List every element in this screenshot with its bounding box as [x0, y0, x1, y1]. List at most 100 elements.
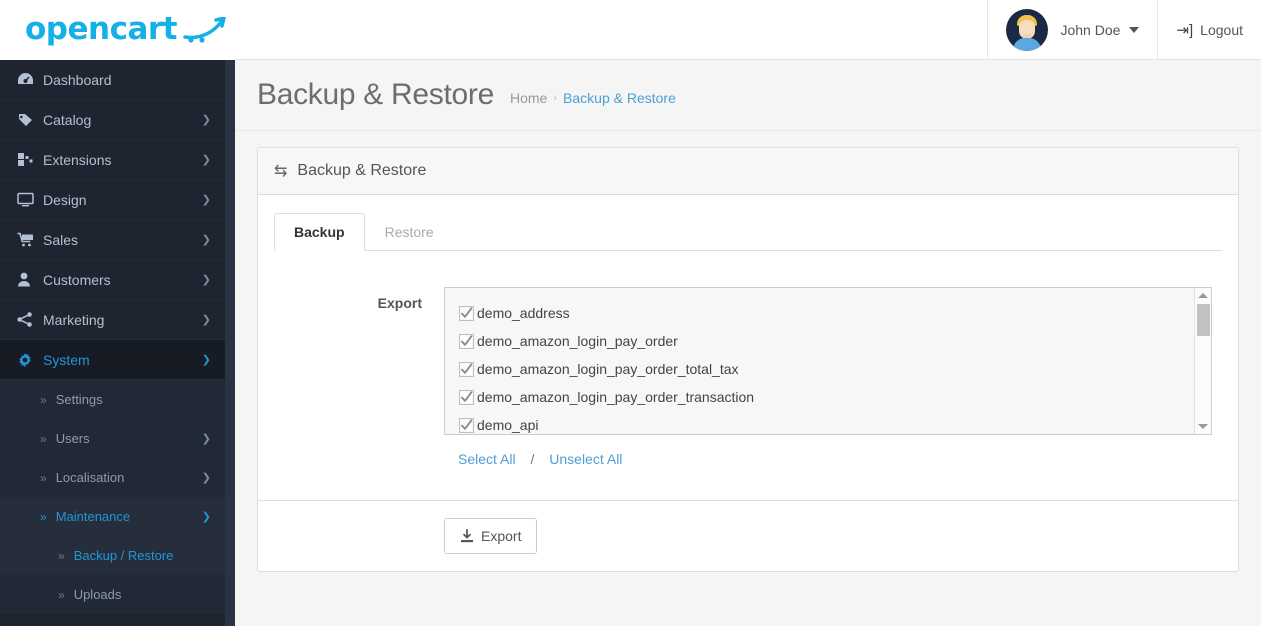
breadcrumb: Home › Backup & Restore: [510, 84, 676, 106]
chevron-right-icon: ❯: [201, 194, 211, 206]
monitor-icon: [17, 192, 43, 207]
export-button[interactable]: Export: [444, 518, 538, 554]
download-icon: [460, 529, 474, 543]
user-icon: [17, 272, 43, 287]
sidebar-item-label: Dashboard: [43, 71, 112, 88]
logout-button[interactable]: ⇥] Logout: [1157, 0, 1261, 60]
links-separator: /: [530, 451, 535, 467]
tab-backup[interactable]: Backup: [274, 213, 365, 251]
sidebar-subitem-label: Backup / Restore: [73, 548, 174, 563]
chevron-right-icon: ❯: [201, 274, 211, 286]
sidebar-item-customers[interactable]: Customers ❯: [0, 260, 225, 300]
avatar: [1006, 8, 1049, 51]
sidebar-item-marketing[interactable]: Marketing ❯: [0, 300, 225, 340]
export-button-label: Export: [481, 528, 522, 544]
list-scrollbar[interactable]: [1194, 288, 1211, 434]
chevron-right-icon: ❯: [201, 114, 211, 126]
double-chevron-icon: »: [40, 431, 47, 446]
sidebar-item-label: Marketing: [43, 311, 105, 328]
sidebar-subitem-label: Users: [55, 431, 90, 446]
card-body: Backup Restore Export demo_address demo_…: [258, 195, 1238, 467]
sidebar-item-catalog[interactable]: Catalog ❯: [0, 100, 225, 140]
list-item-label: demo_amazon_login_pay_order_transaction: [477, 389, 755, 405]
chevron-right-icon: ❯: [201, 354, 211, 366]
sidebar-item-sales[interactable]: Sales ❯: [0, 220, 225, 260]
list-item-label: demo_amazon_login_pay_order_total_tax: [477, 361, 739, 377]
double-chevron-icon: »: [40, 392, 47, 407]
sidebar-subitem-label: Localisation: [55, 470, 125, 485]
chevron-right-icon: ❯: [201, 314, 211, 326]
breadcrumb-separator: ›: [553, 92, 558, 104]
unselect-all-link[interactable]: Unselect All: [549, 451, 622, 467]
scroll-down-arrow-icon[interactable]: [1198, 424, 1208, 429]
sidebar-subitem-maintenance[interactable]: » Maintenance ❯: [0, 497, 225, 536]
breadcrumb-current[interactable]: Backup & Restore: [563, 90, 676, 106]
sidebar-item-label: Sales: [43, 231, 79, 248]
scroll-up-arrow-icon[interactable]: [1198, 293, 1208, 298]
logo-text: opencart: [25, 11, 177, 47]
share-icon: [17, 312, 43, 327]
main-content: Backup & Restore Home › Backup & Restore…: [235, 60, 1261, 626]
page-title: Backup & Restore: [257, 78, 494, 111]
chevron-right-icon: ❯: [201, 234, 211, 246]
list-item[interactable]: demo_address: [459, 299, 1211, 327]
sidebar-item-system[interactable]: System ❯: [0, 340, 225, 380]
double-chevron-icon: »: [58, 548, 65, 563]
list-item[interactable]: demo_amazon_login_pay_order_transaction: [459, 383, 1211, 411]
dashboard-icon: [17, 72, 43, 87]
checkbox-checked-icon[interactable]: [459, 305, 474, 321]
double-chevron-icon: »: [40, 470, 47, 485]
select-all-link[interactable]: Select All: [458, 451, 516, 467]
export-control: demo_address demo_amazon_login_pay_order: [444, 287, 1222, 467]
sidebar-item-label: Customers: [43, 271, 111, 288]
sidebar-subitem-settings[interactable]: » Settings: [0, 380, 225, 419]
user-menu[interactable]: John Doe: [987, 0, 1157, 60]
sidebar-item-design[interactable]: Design ❯: [0, 180, 225, 220]
sidebar-item-extensions[interactable]: Extensions ❯: [0, 140, 225, 180]
sidebar-subitem-backup-restore[interactable]: » Backup / Restore: [0, 536, 225, 575]
top-bar: opencart John Doe ⇥] Logout: [0, 0, 1261, 60]
list-item[interactable]: demo_amazon_login_pay_order_total_tax: [459, 355, 1211, 383]
chevron-down-icon: [1129, 26, 1140, 33]
sidebar-item-label: Extensions: [43, 151, 112, 168]
sidebar-subitem-users[interactable]: » Users ❯: [0, 419, 225, 458]
export-table-list[interactable]: demo_address demo_amazon_login_pay_order: [444, 287, 1212, 435]
export-table-list-inner: demo_address demo_amazon_login_pay_order: [445, 288, 1211, 434]
content-area: ⇆ Backup & Restore Backup Restore Export: [235, 131, 1261, 572]
tab-list: Backup Restore: [274, 213, 1222, 251]
scrollbar-thumb[interactable]: [1197, 304, 1210, 336]
selection-links: Select All / Unselect All: [444, 435, 1212, 467]
sidebar-subitem-uploads[interactable]: » Uploads: [0, 575, 225, 614]
tab-restore[interactable]: Restore: [365, 213, 454, 251]
sidebar-subitem-label: Settings: [55, 392, 103, 407]
tag-icon: [17, 112, 43, 127]
logout-label: Logout: [1200, 21, 1243, 38]
footer-spacer: [274, 518, 444, 554]
list-item-label: demo_amazon_login_pay_order: [477, 333, 678, 349]
shopping-cart-swoosh-icon: [183, 15, 227, 45]
checkbox-checked-icon[interactable]: [459, 389, 474, 405]
backup-restore-card: ⇆ Backup & Restore Backup Restore Export: [257, 147, 1239, 572]
checkbox-checked-icon[interactable]: [459, 361, 474, 377]
card-footer: Export: [258, 500, 1238, 571]
checkbox-checked-icon[interactable]: [459, 417, 474, 433]
sidebar: Dashboard Catalog ❯ Extensions ❯ Design …: [0, 60, 235, 626]
sidebar-item-label: Design: [43, 191, 87, 208]
brand-logo[interactable]: opencart: [0, 0, 235, 60]
checkbox-checked-icon[interactable]: [459, 333, 474, 349]
card-header-title: Backup & Restore: [297, 162, 427, 179]
sidebar-item-dashboard[interactable]: Dashboard: [0, 60, 225, 100]
breadcrumb-home[interactable]: Home: [510, 90, 547, 106]
sidebar-subitem-localisation[interactable]: » Localisation ❯: [0, 458, 225, 497]
chevron-right-icon: ❯: [201, 154, 211, 166]
list-item[interactable]: demo_amazon_login_pay_order: [459, 327, 1211, 355]
double-chevron-icon: »: [58, 587, 65, 602]
page-header: Backup & Restore Home › Backup & Restore: [235, 60, 1261, 131]
chevron-right-icon: ❯: [201, 472, 211, 484]
list-item-label: demo_api: [477, 417, 539, 433]
chevron-right-icon: ❯: [201, 433, 211, 445]
sidebar-item-label: Catalog: [43, 111, 92, 128]
sidebar-subitem-label: Maintenance: [55, 509, 131, 524]
list-item[interactable]: demo_api: [459, 411, 1211, 434]
double-chevron-icon: »: [40, 509, 47, 524]
